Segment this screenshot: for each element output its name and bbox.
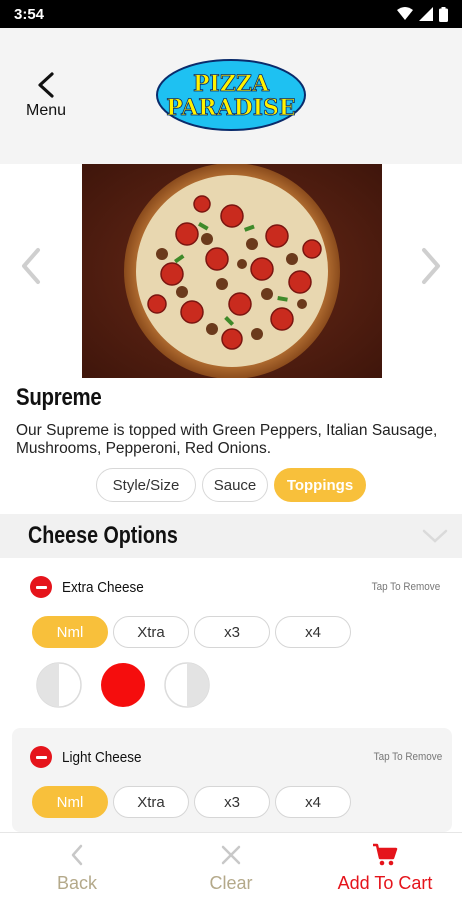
section-title: Cheese Options bbox=[28, 522, 178, 549]
chevron-left-icon bbox=[71, 844, 83, 866]
whole-pizza-icon[interactable] bbox=[100, 662, 146, 708]
item-description: Our Supreme is topped with Green Peppers… bbox=[16, 422, 438, 457]
amount-nml[interactable]: Nml bbox=[32, 616, 108, 648]
option-header: Light Cheese Tap To Remove bbox=[12, 742, 452, 772]
option-name: Light Cheese bbox=[62, 749, 142, 766]
option-name: Extra Cheese bbox=[62, 579, 144, 596]
chevron-left-icon bbox=[38, 72, 54, 98]
carousel-next-icon[interactable] bbox=[418, 246, 444, 286]
item-title: Supreme bbox=[16, 384, 102, 411]
pizza-paradise-logo: PIZZA PARADISE bbox=[156, 59, 306, 131]
amount-xtra[interactable]: Xtra bbox=[113, 786, 189, 818]
logo-line1: PIZZA bbox=[193, 71, 270, 97]
amount-selector: Nml Xtra x3 x4 bbox=[32, 616, 351, 648]
pizza-image bbox=[82, 164, 382, 378]
status-time: 3:54 bbox=[14, 5, 45, 23]
carousel-prev-icon[interactable] bbox=[18, 246, 44, 286]
option-header: Extra Cheese Tap To Remove bbox=[0, 572, 462, 602]
cheese-options-header[interactable]: Cheese Options bbox=[0, 514, 462, 558]
option-extra-cheese: Extra Cheese Tap To Remove Nml Xtra x3 x… bbox=[0, 570, 462, 720]
wifi-icon bbox=[397, 7, 413, 20]
amount-x3[interactable]: x3 bbox=[194, 786, 270, 818]
tap-to-remove[interactable]: Tap To Remove bbox=[371, 581, 440, 593]
amount-x3[interactable]: x3 bbox=[194, 616, 270, 648]
amount-x4[interactable]: x4 bbox=[275, 616, 351, 648]
amount-x4[interactable]: x4 bbox=[275, 786, 351, 818]
portion-selector bbox=[36, 662, 210, 708]
back-button[interactable]: Back bbox=[0, 833, 154, 900]
left-half-icon[interactable] bbox=[36, 662, 82, 708]
status-bar: 3:54 bbox=[0, 0, 462, 28]
tap-to-remove[interactable]: Tap To Remove bbox=[373, 751, 442, 763]
app-header: Menu PIZZA PARADISE bbox=[0, 28, 462, 164]
tab-style-size[interactable]: Style/Size bbox=[96, 468, 196, 502]
option-light-cheese: Light Cheese Tap To Remove Nml Xtra x3 x… bbox=[12, 728, 452, 832]
clear-label: Clear bbox=[209, 873, 253, 893]
cart-icon bbox=[373, 843, 398, 866]
tab-sauce[interactable]: Sauce bbox=[202, 468, 268, 502]
amount-selector: Nml Xtra x3 x4 bbox=[32, 786, 351, 818]
item-image-carousel bbox=[0, 164, 462, 378]
signal-icon bbox=[419, 7, 433, 21]
back-label: Back bbox=[56, 873, 98, 893]
amount-xtra[interactable]: Xtra bbox=[113, 616, 189, 648]
remove-icon[interactable] bbox=[30, 746, 52, 768]
tab-toppings[interactable]: Toppings bbox=[274, 468, 366, 502]
option-tabs: Style/Size Sauce Toppings bbox=[0, 468, 462, 502]
remove-icon[interactable] bbox=[30, 576, 52, 598]
add-to-cart-label: Add To Cart bbox=[337, 873, 433, 893]
right-half-icon[interactable] bbox=[164, 662, 210, 708]
menu-label: Menu bbox=[25, 102, 67, 119]
close-icon bbox=[221, 845, 241, 865]
bottom-action-bar: Back Clear Add To Cart bbox=[0, 832, 462, 900]
battery-icon bbox=[439, 6, 448, 22]
status-icons bbox=[397, 6, 448, 22]
menu-back-button[interactable]: Menu bbox=[20, 72, 72, 120]
chevron-down-icon[interactable] bbox=[422, 528, 448, 544]
amount-nml[interactable]: Nml bbox=[32, 786, 108, 818]
add-to-cart-button[interactable]: Add To Cart bbox=[308, 833, 462, 900]
clear-button[interactable]: Clear bbox=[154, 833, 308, 900]
logo-line2: PARADISE bbox=[166, 95, 295, 121]
